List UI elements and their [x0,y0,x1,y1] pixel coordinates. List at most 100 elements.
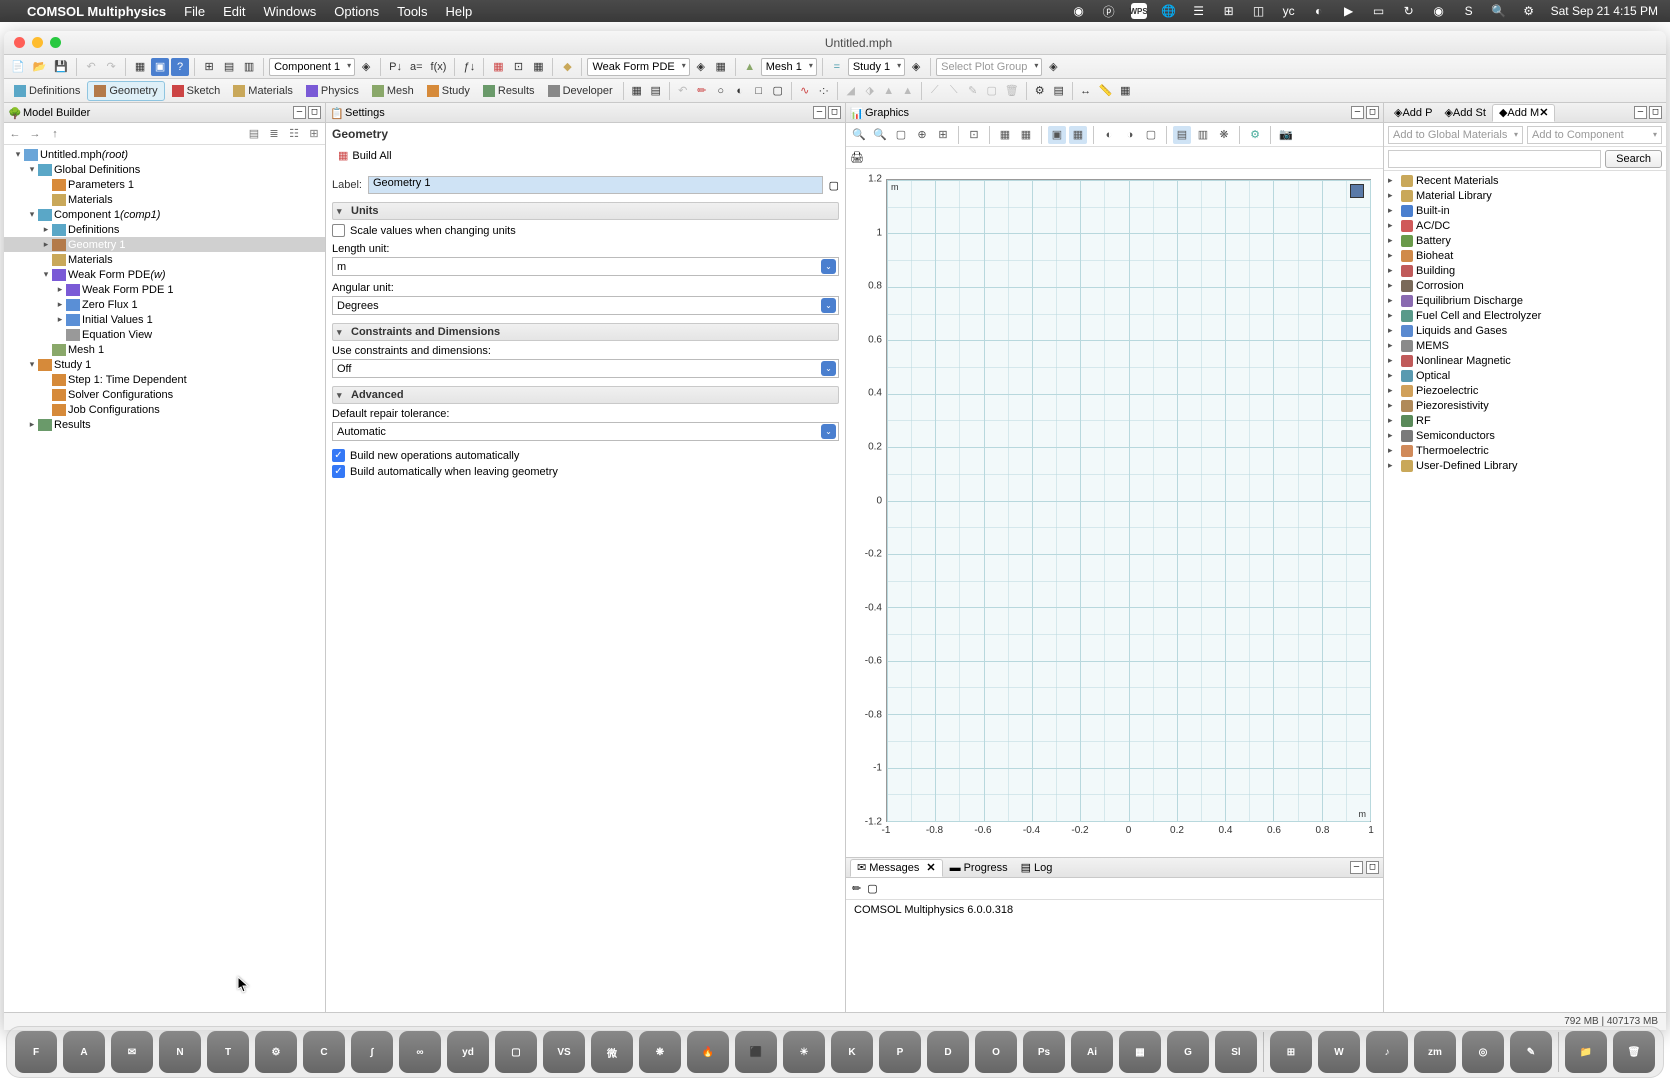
tree-nav-icon[interactable]: → [27,126,43,142]
tree-toolbar-icon[interactable]: ☷ [286,126,302,142]
zoom-extents-icon[interactable]: ⊕ [913,126,931,144]
open-icon[interactable]: 📂 [30,58,50,76]
material-node[interactable]: ▸RF [1388,413,1662,428]
dock-app[interactable]: 📁 [1565,1031,1607,1073]
zoom-in-icon[interactable]: 🔍 [850,126,868,144]
menu-windows[interactable]: Windows [264,4,317,19]
section-advanced[interactable]: ▾Advanced [332,386,839,404]
tab-study[interactable]: Study [421,81,476,101]
repair-tol-select[interactable]: Automatic⌄ [332,422,839,441]
toolbar-icon[interactable]: ◈ [692,58,710,76]
tree-node[interactable]: ▸Definitions [4,222,325,237]
tree-toolbar-icon[interactable]: ▤ [246,126,262,142]
tab-definitions[interactable]: Definitions [8,81,86,101]
toolbar-icon[interactable]: ƒ↓ [460,58,478,76]
ribbon-icon[interactable]: ▲ [880,82,898,100]
dock-app[interactable]: ∞ [399,1031,441,1073]
menu-help[interactable]: Help [445,4,472,19]
tree-node[interactable]: Materials [4,252,325,267]
status-icon[interactable]: ⊞ [1221,3,1237,19]
dock-app[interactable]: ⬛ [735,1031,777,1073]
ribbon-icon[interactable]: ∿ [796,82,814,100]
add-global-dropdown[interactable]: Add to Global Materials [1388,126,1523,144]
minimize-pane[interactable]: – [1350,861,1363,874]
section-constraints[interactable]: ▾Constraints and Dimensions [332,323,839,341]
spotlight-icon[interactable]: 🔍 [1491,3,1507,19]
material-node[interactable]: ▸Optical [1388,368,1662,383]
build-all-button[interactable]: ▦Build All [332,147,398,164]
minimize-pane[interactable]: – [813,106,826,119]
tab-mesh[interactable]: Mesh [366,81,420,101]
gfx-icon[interactable]: ▤ [1173,126,1191,144]
menu-edit[interactable]: Edit [223,4,245,19]
search-button[interactable]: Search [1605,150,1662,168]
plotgroup-dropdown[interactable]: Select Plot Group [936,58,1042,76]
tree-node[interactable]: Materials [4,192,325,207]
build-new-checkbox[interactable]: ✓ [332,449,345,462]
close-window[interactable] [14,37,25,48]
dock-app[interactable]: ▢ [495,1031,537,1073]
build-mesh-icon[interactable]: ▲ [741,58,759,76]
material-node[interactable]: ▸Nonlinear Magnetic [1388,353,1662,368]
material-node[interactable]: ▸Corrosion [1388,278,1662,293]
tab-materials[interactable]: Materials [227,81,299,101]
toolbar-icon[interactable]: a= [407,58,426,76]
app-builder-icon[interactable]: ▦ [131,58,149,76]
dock-app[interactable]: 微 [591,1031,633,1073]
wifi-icon[interactable]: ◉ [1431,3,1447,19]
ribbon-icon[interactable]: ▤ [647,82,665,100]
tab-geometry[interactable]: Geometry [87,81,164,101]
gfx-icon[interactable]: ◑ [1121,126,1139,144]
tree-node[interactable]: ▸Zero Flux 1 [4,297,325,312]
msg-toolbar-icon[interactable]: ✏ [852,882,861,895]
tab-add-study[interactable]: ◈Add St [1438,104,1492,122]
dock-app[interactable]: ▦ [1119,1031,1161,1073]
dock-app[interactable]: A [63,1031,105,1073]
tree-node[interactable]: ▸Geometry 1 [4,237,325,252]
material-node[interactable]: ▸Fuel Cell and Electrolyzer [1388,308,1662,323]
tree-nav-icon[interactable]: ← [7,126,23,142]
toolbar-icon[interactable]: P↓ [386,58,405,76]
control-center-icon[interactable]: ⚙ [1521,3,1537,19]
dock-app[interactable]: ⚙ [255,1031,297,1073]
msg-toolbar-icon[interactable]: ▢ [867,882,877,895]
minimize-pane[interactable]: – [1351,106,1364,119]
dock-app[interactable]: ♪ [1366,1031,1408,1073]
dock-app[interactable]: F [15,1031,57,1073]
gfx-icon[interactable]: ◐ [1100,126,1118,144]
app-name[interactable]: COMSOL Multiphysics [27,4,166,19]
dock-app[interactable]: ❋ [639,1031,681,1073]
ribbon-icon[interactable]: ⟋ [926,82,944,100]
tab-sketch[interactable]: Sketch [166,81,227,101]
material-node[interactable]: ▸Equilibrium Discharge [1388,293,1662,308]
dock-app[interactable]: C [303,1031,345,1073]
print-icon[interactable]: 🖨 [850,151,864,164]
ribbon-icon[interactable]: ▤ [1050,82,1068,100]
zoom-selected-icon[interactable]: ⊞ [934,126,952,144]
status-icon[interactable]: ◉ [1071,3,1087,19]
tab-messages[interactable]: ✉ Messages ✕ [850,859,943,877]
component-dropdown[interactable]: Component 1 [269,58,355,76]
zoom-out-icon[interactable]: 🔍 [871,126,889,144]
dock-app[interactable]: N [159,1031,201,1073]
tree-node[interactable]: ▾Global Definitions [4,162,325,177]
gfx-icon[interactable]: ⚙ [1246,126,1264,144]
gfx-icon[interactable]: ❋ [1215,126,1233,144]
toolbar-icon[interactable]: ▦ [712,58,730,76]
add-study-icon[interactable]: ◈ [907,58,925,76]
dock-app[interactable]: ◎ [1462,1031,1504,1073]
tab-add-material[interactable]: ◆Add M ✕ [1492,104,1555,122]
show-label-icon[interactable]: ▢ [829,179,839,192]
ribbon-icon[interactable]: ◢ [842,82,860,100]
model-tree[interactable]: ▾Untitled.mph (root)▾Global DefinitionsP… [4,145,325,1012]
dock-app[interactable]: P [879,1031,921,1073]
add-component-dropdown[interactable]: Add to Component [1527,126,1662,144]
maximize-pane[interactable]: □ [1649,106,1662,119]
tree-node[interactable]: Solver Configurations [4,387,325,402]
tree-node[interactable]: ▸Weak Form PDE 1 [4,282,325,297]
add-material-icon[interactable]: ◆ [558,58,576,76]
tab-physics[interactable]: Physics [300,81,365,101]
ribbon-icon[interactable]: ▲ [899,82,917,100]
menu-tools[interactable]: Tools [397,4,427,19]
tree-nav-icon[interactable]: ↑ [47,126,63,142]
